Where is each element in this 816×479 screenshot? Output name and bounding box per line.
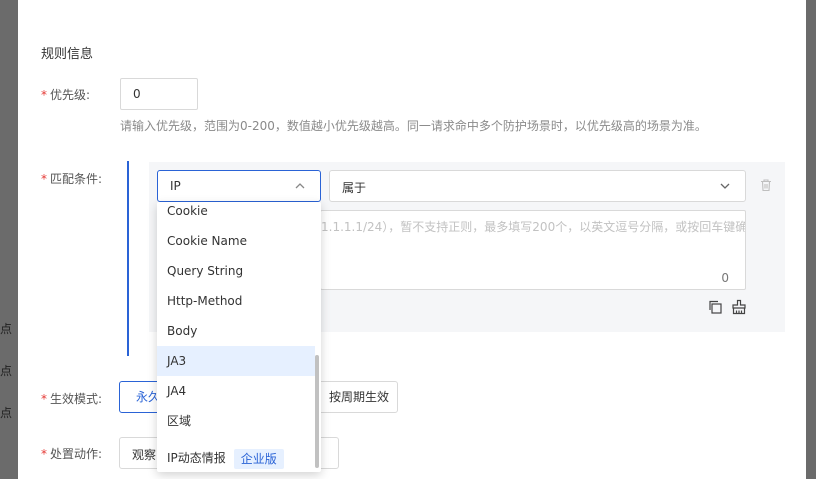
- dropdown-option-http-method[interactable]: Http-Method: [157, 286, 315, 316]
- dropdown-option-ip-intel-label: IP动态情报: [167, 451, 226, 465]
- operator-select-value: 属于: [342, 181, 367, 195]
- dropdown-option-query-string[interactable]: Query String: [157, 256, 315, 286]
- match-label-text: 匹配条件:: [50, 172, 103, 186]
- condition-group-bar: [127, 161, 129, 356]
- condition-values-textarea[interactable]: 1.1.1.1/24），暂不支持正则，最多填写200个，以英文逗号分隔，或按回车…: [320, 210, 746, 290]
- modal-backdrop-right: [806, 0, 816, 479]
- copy-icon[interactable]: [707, 299, 723, 315]
- match-label: * 匹配条件:: [41, 170, 102, 187]
- backdrop-text: 点: [0, 364, 13, 378]
- required-mark: *: [41, 447, 47, 461]
- dropdown-option-ja3[interactable]: JA3: [157, 346, 315, 376]
- backdrop-text: 点: [0, 322, 13, 336]
- dropdown-option-cookie-name[interactable]: Cookie Name: [157, 226, 315, 256]
- enterprise-badge: 企业版: [233, 448, 284, 469]
- dropdown-scrollbar[interactable]: [315, 355, 319, 468]
- trash-icon[interactable]: [759, 178, 773, 192]
- textarea-placeholder: 1.1.1.1/24），暂不支持正则，最多填写200个，以英文逗号分隔，或按回车…: [321, 220, 746, 234]
- dropdown-option-body[interactable]: Body: [157, 316, 315, 346]
- field-select-value: IP: [170, 179, 181, 193]
- priority-hint: 请输入优先级，范围为0-200，数值越小优先级越高。同一请求命中多个防护场景时，…: [120, 119, 707, 133]
- char-counter: 0: [721, 271, 729, 285]
- action-label: * 处置动作:: [41, 445, 102, 462]
- effect-mode-label: * 生效模式:: [41, 390, 102, 407]
- required-mark: *: [41, 88, 47, 102]
- clear-icon[interactable]: [731, 299, 747, 315]
- dropdown-option-ip-intel[interactable]: IP动态情报 企业版: [157, 443, 315, 472]
- priority-input-value: 0: [133, 87, 141, 101]
- field-select[interactable]: IP: [157, 170, 321, 202]
- dropdown-option-cookie[interactable]: Cookie: [157, 202, 315, 226]
- dropdown-option-region[interactable]: 区域: [157, 406, 315, 436]
- chevron-down-icon: [720, 183, 730, 189]
- chevron-up-icon: [295, 183, 305, 189]
- dropdown-option-ja4[interactable]: JA4: [157, 376, 315, 406]
- priority-label: * 优先级:: [41, 86, 90, 103]
- priority-input[interactable]: 0: [120, 78, 198, 110]
- required-mark: *: [41, 392, 47, 406]
- section-title: 规则信息: [41, 47, 94, 62]
- effect-mode-label-text: 生效模式:: [50, 392, 103, 406]
- field-dropdown-menu: Cookie Cookie Name Query String Http-Met…: [157, 202, 321, 472]
- priority-label-text: 优先级:: [50, 88, 91, 102]
- action-label-text: 处置动作:: [50, 447, 103, 461]
- required-mark: *: [41, 172, 47, 186]
- backdrop-text: 点: [0, 406, 13, 420]
- action-select-value: 观察: [132, 448, 157, 462]
- operator-select[interactable]: 属于: [329, 170, 746, 202]
